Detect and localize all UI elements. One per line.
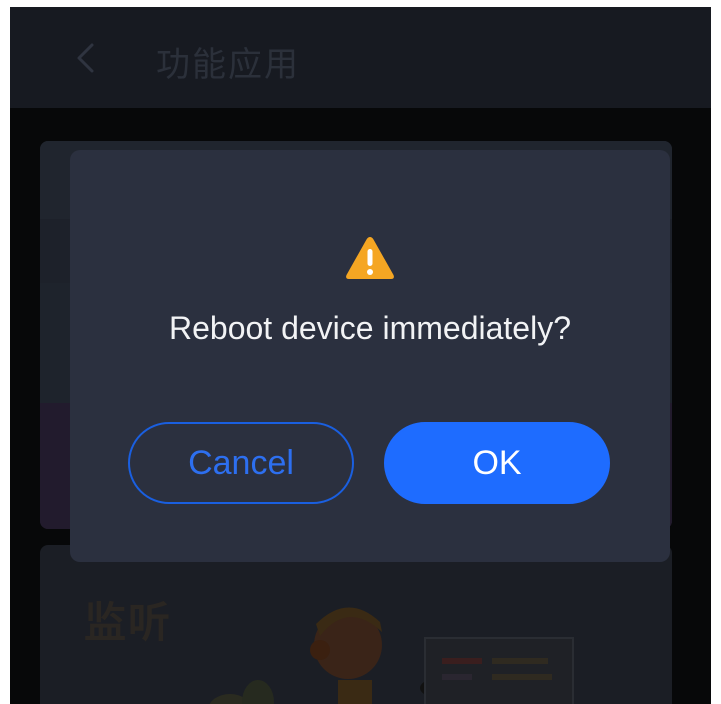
monitor-illustration	[209, 607, 574, 704]
app-header: 功能应用	[10, 7, 711, 108]
app-screen: 功能应用 监听 Reboot device immediately? Cance…	[10, 7, 711, 704]
chevron-left-icon	[77, 43, 94, 73]
confirm-dialog: Reboot device immediately? Cancel OK	[70, 150, 670, 562]
monitor-card-title: 监听	[84, 598, 173, 647]
warning-icon	[346, 237, 394, 279]
cancel-button[interactable]: Cancel	[128, 422, 354, 504]
monitor-card[interactable]: 监听	[40, 545, 672, 704]
back-button[interactable]	[70, 41, 104, 75]
ok-button[interactable]: OK	[384, 422, 610, 504]
page-title: 功能应用	[156, 45, 300, 85]
dialog-message: Reboot device immediately?	[169, 310, 571, 346]
